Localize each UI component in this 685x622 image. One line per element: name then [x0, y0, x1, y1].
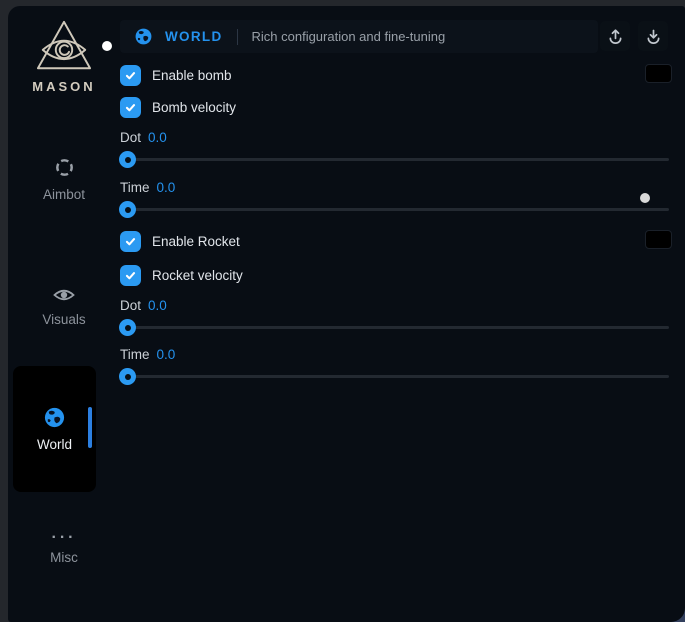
rocket-time-slider: Time 0.0	[120, 347, 669, 378]
slider-thumb[interactable]	[119, 201, 136, 218]
rocket-color-swatch[interactable]	[645, 230, 672, 249]
slider-label: Time	[120, 347, 150, 363]
brand-name: MASON	[32, 79, 95, 94]
enable-rocket-checkbox[interactable]	[120, 231, 141, 252]
cursor-dot	[640, 193, 650, 203]
slider-label-row: Time 0.0	[120, 347, 669, 363]
sidebar-item-label: Visuals	[42, 312, 85, 327]
rocket-velocity-row: Rocket velocity	[120, 264, 243, 286]
checkbox-label: Enable bomb	[152, 68, 232, 83]
sidebar-item-label: Misc	[50, 550, 78, 565]
eye-icon	[52, 286, 76, 304]
slider-value: 0.0	[148, 298, 167, 314]
slider-label-row: Dot 0.0	[120, 130, 669, 146]
sidebar-item-world-selected[interactable]: World	[13, 366, 96, 492]
export-config-button[interactable]	[600, 21, 630, 51]
globe-icon	[134, 27, 153, 46]
slider-label-row: Time 0.0	[120, 180, 669, 196]
slider-track[interactable]	[120, 326, 669, 329]
active-tab-indicator	[88, 407, 92, 448]
cheat-menu-window: MASON Aimbot Visuals	[8, 6, 685, 622]
sidebar-item-label: World	[37, 437, 72, 452]
sidebar-item-aimbot[interactable]: Aimbot	[8, 156, 120, 202]
checkbox-label: Enable Rocket	[152, 234, 240, 249]
slider-label: Dot	[120, 130, 141, 146]
bomb-time-slider: Time 0.0	[120, 180, 669, 211]
header-divider	[237, 29, 238, 45]
slider-track[interactable]	[120, 375, 669, 378]
page-title: WORLD	[165, 29, 223, 44]
slider-value: 0.0	[148, 130, 167, 146]
checkbox-label: Rocket velocity	[152, 268, 243, 283]
enable-bomb-row: Enable bomb	[120, 64, 232, 86]
sidebar-item-misc[interactable]: ··· Misc	[8, 534, 120, 565]
ellipsis-icon: ···	[52, 534, 77, 542]
page-header: WORLD Rich configuration and fine-tuning	[120, 20, 598, 53]
slider-thumb[interactable]	[119, 319, 136, 336]
crosshair-icon	[53, 156, 76, 179]
rocket-dot-slider: Dot 0.0	[120, 298, 669, 329]
sidebar-item-label: Aimbot	[43, 187, 85, 202]
all-seeing-eye-icon	[33, 19, 95, 75]
download-icon	[644, 27, 663, 46]
slider-thumb[interactable]	[119, 151, 136, 168]
slider-label: Time	[120, 180, 150, 196]
brand-logo: MASON	[8, 19, 120, 94]
rocket-velocity-checkbox[interactable]	[120, 265, 141, 286]
upload-icon	[606, 27, 625, 46]
slider-label-row: Dot 0.0	[120, 298, 669, 314]
bomb-velocity-row: Bomb velocity	[120, 96, 236, 118]
page-subtitle: Rich configuration and fine-tuning	[252, 29, 446, 44]
bomb-color-swatch[interactable]	[645, 64, 672, 83]
enable-bomb-checkbox[interactable]	[120, 65, 141, 86]
slider-thumb[interactable]	[119, 368, 136, 385]
cursor-dot	[102, 41, 112, 51]
bomb-velocity-checkbox[interactable]	[120, 97, 141, 118]
import-config-button[interactable]	[638, 21, 668, 51]
slider-value: 0.0	[157, 180, 176, 196]
slider-value: 0.0	[157, 347, 176, 363]
globe-icon	[43, 406, 66, 429]
app-root: MASON Aimbot Visuals	[0, 0, 685, 622]
sidebar-item-visuals[interactable]: Visuals	[8, 286, 120, 327]
slider-track[interactable]	[120, 158, 669, 161]
checkbox-label: Bomb velocity	[152, 100, 236, 115]
slider-track[interactable]	[120, 208, 669, 211]
bomb-dot-slider: Dot 0.0	[120, 130, 669, 161]
enable-rocket-row: Enable Rocket	[120, 230, 240, 252]
slider-label: Dot	[120, 298, 141, 314]
